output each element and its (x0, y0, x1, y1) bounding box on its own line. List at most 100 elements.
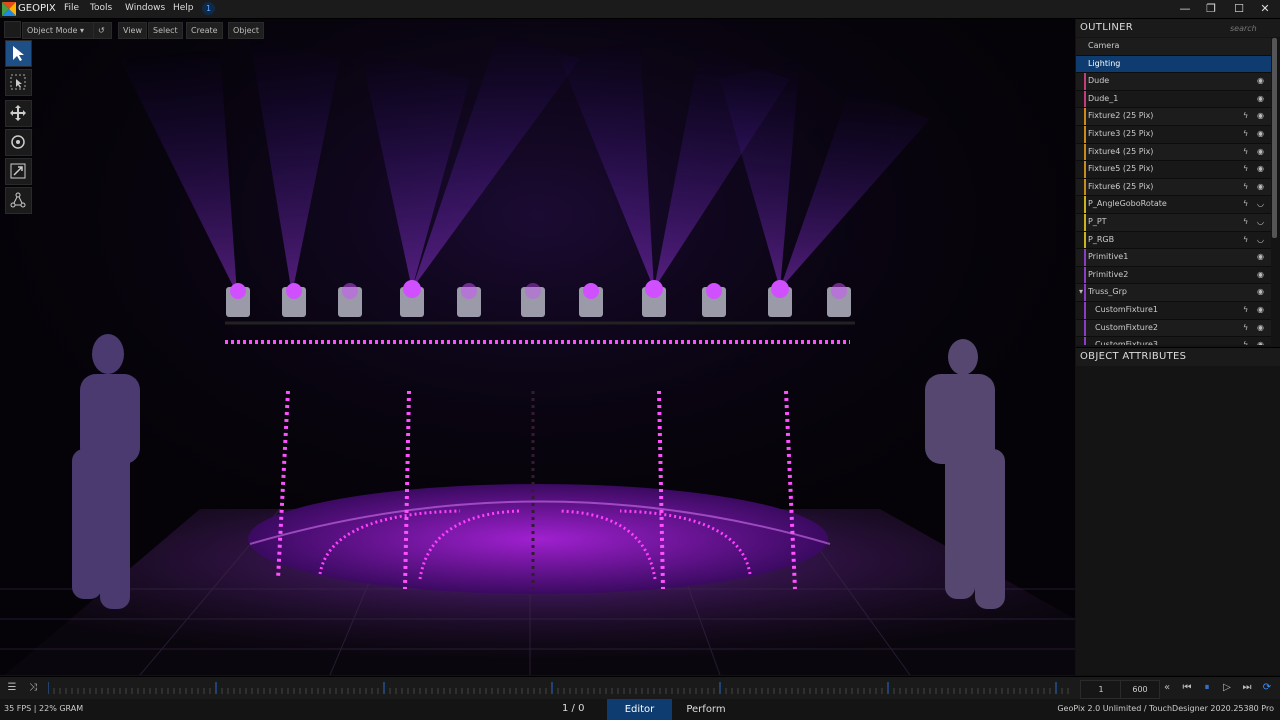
eye-icon[interactable]: ◉ (1257, 284, 1264, 300)
object-menu[interactable]: Object (228, 22, 265, 39)
eye-icon[interactable]: ◉ (1257, 91, 1264, 107)
eye-icon[interactable]: ◉ (1257, 73, 1264, 89)
outliner-item-label: Lighting (1088, 58, 1121, 68)
bolt-icon[interactable]: ϟ (1243, 232, 1248, 248)
outliner-item[interactable]: CustomFixture1 ϟ ◉ (1076, 301, 1271, 320)
create-menu[interactable]: Create (186, 22, 223, 39)
item-color-stripe (1084, 249, 1086, 266)
outliner-item[interactable]: Lighting (1076, 55, 1271, 74)
item-color-stripe (1084, 108, 1086, 125)
outliner-item[interactable]: P_RGB ϟ ◡ (1076, 231, 1271, 250)
3d-viewport[interactable]: Object Mode ▾ ↺ View Select Create Objec… (0, 19, 1075, 675)
close-icon[interactable]: ✕ (1252, 0, 1278, 18)
eye-icon[interactable]: ◉ (1257, 302, 1264, 318)
outliner-item[interactable]: Primitive2 ◉ (1076, 266, 1271, 285)
rewind-icon[interactable]: « (1159, 680, 1175, 696)
end-frame-field[interactable] (1120, 680, 1160, 699)
eye-closed-icon[interactable]: ◡ (1257, 196, 1264, 212)
eye-icon[interactable]: ◉ (1257, 179, 1264, 195)
outliner-search-input[interactable] (1228, 21, 1276, 36)
outliner-item[interactable]: P_AngleGoboRotate ϟ ◡ (1076, 196, 1271, 214)
eye-closed-icon[interactable]: ◡ (1257, 232, 1264, 248)
object-mode-dropdown[interactable]: Object Mode ▾ (22, 22, 94, 39)
bolt-icon[interactable]: ϟ (1243, 320, 1248, 336)
item-color-stripe (1084, 125, 1086, 143)
select-tool-icon[interactable] (5, 40, 32, 67)
stage-scene (0, 19, 1075, 675)
view-menu[interactable]: View (118, 22, 147, 39)
eye-icon[interactable]: ◉ (1257, 320, 1264, 336)
outliner-item-label: Dude (1088, 76, 1110, 86)
shuffle-icon[interactable]: ⤨ (25, 680, 41, 696)
move-tool-icon[interactable] (5, 100, 32, 127)
eye-icon[interactable]: ◉ (1257, 249, 1264, 265)
bolt-icon[interactable]: ϟ (1243, 144, 1248, 160)
tab-perform[interactable]: Perform (676, 699, 736, 720)
outliner-item[interactable]: Fixture6 (25 Pix) ϟ ◉ (1076, 178, 1271, 197)
outliner-list: Camera Lighting Dude ◉ Dude_1 ◉ Fixture2 (25 P… (1076, 38, 1271, 345)
restore-icon[interactable]: ❐ (1198, 0, 1224, 18)
outliner-item[interactable]: ▾ Truss_Grp ◉ (1076, 284, 1271, 302)
select-menu[interactable]: Select (148, 22, 183, 39)
timeline-scrubber[interactable] (48, 680, 1074, 696)
start-frame-field[interactable] (1080, 680, 1122, 699)
eye-icon[interactable]: ◉ (1257, 108, 1264, 124)
bolt-icon[interactable]: ϟ (1243, 108, 1248, 124)
bolt-icon[interactable]: ϟ (1243, 126, 1248, 142)
outliner-item-label: Primitive1 (1088, 252, 1129, 262)
eye-icon[interactable]: ◉ (1257, 161, 1264, 177)
menu-help[interactable]: Help (173, 3, 194, 13)
eye-closed-icon[interactable]: ◡ (1257, 214, 1264, 230)
expand-caret-icon[interactable]: ▾ (1079, 284, 1083, 300)
step-forward-icon[interactable]: ⏭ (1239, 680, 1255, 696)
item-color-stripe (1084, 178, 1086, 196)
eye-icon[interactable]: ◉ (1257, 267, 1264, 283)
pause-icon[interactable]: ⏸ (1199, 680, 1215, 696)
outliner-item[interactable]: Dude ◉ (1076, 73, 1271, 91)
outliner-item[interactable]: P_PT ϟ ◡ (1076, 213, 1271, 232)
outliner-item[interactable]: Fixture3 (25 Pix) ϟ ◉ (1076, 125, 1271, 144)
outliner-scrollbar[interactable] (1272, 38, 1277, 238)
node-tool-icon[interactable] (5, 187, 32, 214)
geopix-logo-icon (2, 2, 16, 16)
bolt-icon[interactable]: ϟ (1243, 196, 1248, 212)
eye-icon[interactable]: ◉ (1257, 337, 1264, 345)
play-icon[interactable]: ▷ (1219, 680, 1235, 696)
hamburger-menu-icon[interactable]: ☰ (4, 680, 20, 696)
item-color-stripe (1084, 266, 1086, 284)
scale-tool-icon[interactable] (5, 158, 32, 185)
outliner-item[interactable]: Fixture2 (25 Pix) ϟ ◉ (1076, 108, 1271, 126)
rotate-tool-icon[interactable] (5, 129, 32, 156)
menu-windows[interactable]: Windows (125, 3, 165, 13)
outliner-item[interactable]: CustomFixture2 ϟ ◉ (1076, 319, 1271, 338)
bolt-icon[interactable]: ϟ (1243, 179, 1248, 195)
outliner-item[interactable]: Primitive1 ◉ (1076, 249, 1271, 267)
menu-file[interactable]: File (64, 3, 79, 13)
item-color-stripe (1084, 301, 1086, 319)
outliner-item[interactable]: Camera (1076, 38, 1271, 56)
eye-icon[interactable]: ◉ (1257, 126, 1264, 142)
minimize-icon[interactable]: — (1172, 0, 1198, 18)
bolt-icon[interactable]: ϟ (1243, 161, 1248, 177)
bolt-icon[interactable]: ϟ (1243, 214, 1248, 230)
bolt-icon[interactable]: ϟ (1243, 337, 1248, 345)
outliner-item-label: Dude_1 (1088, 93, 1119, 103)
outliner-item[interactable]: CustomFixture3 ϟ ◉ (1076, 337, 1271, 345)
undo-icon[interactable]: ↺ (93, 22, 112, 39)
outliner-item[interactable]: Dude_1 ◉ (1076, 90, 1271, 109)
bolt-icon[interactable]: ϟ (1243, 302, 1248, 318)
tab-editor[interactable]: Editor (607, 699, 672, 720)
maximize-icon[interactable]: ☐ (1226, 0, 1252, 18)
box-select-tool-icon[interactable] (5, 69, 32, 96)
menu-bar: GEOPIX File Tools Windows Help 1 — ❐ ☐ ✕ (0, 0, 1280, 19)
step-back-icon[interactable]: ⏮ (1179, 680, 1195, 696)
outliner-item-label: P_RGB (1088, 234, 1115, 244)
menu-tools[interactable]: Tools (90, 3, 112, 13)
notification-badge[interactable]: 1 (202, 2, 215, 15)
outliner-item[interactable]: Fixture4 (25 Pix) ϟ ◉ (1076, 143, 1271, 162)
outliner-title: OUTLINER (1080, 22, 1133, 33)
loop-icon[interactable]: ⟳ (1259, 680, 1275, 696)
outliner-item[interactable]: Fixture5 (25 Pix) ϟ ◉ (1076, 161, 1271, 179)
viewport-menu-button[interactable] (4, 21, 21, 38)
eye-icon[interactable]: ◉ (1257, 144, 1264, 160)
